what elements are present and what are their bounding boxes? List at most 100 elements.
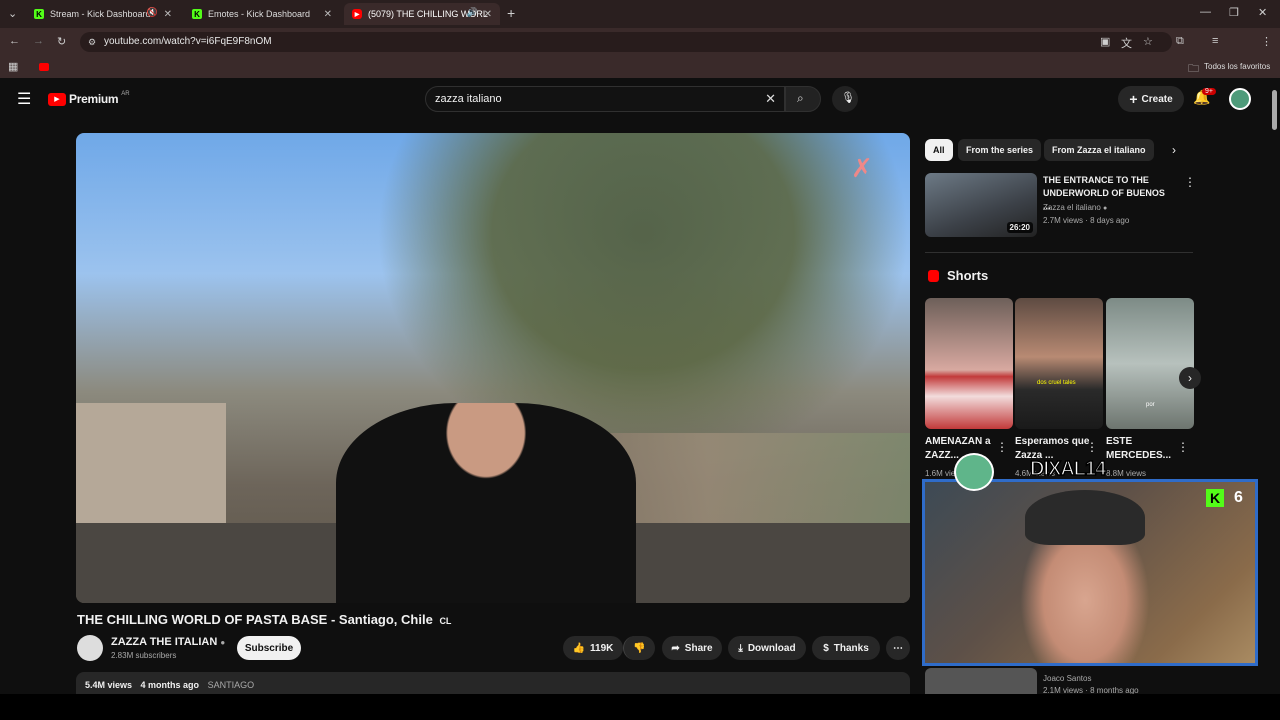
video-title: THE CHILLING WORLD OF PASTA BASE - Santi… bbox=[77, 612, 451, 627]
short3-more-icon[interactable]: ⋮ bbox=[1177, 440, 1189, 454]
thanks-icon: $ bbox=[823, 642, 829, 654]
download-icon: ⤓ bbox=[738, 642, 743, 654]
bookmark-star-icon[interactable]: ☆ bbox=[1143, 35, 1153, 48]
rec2-channel[interactable]: Joaco Santos bbox=[1043, 674, 1091, 683]
like-button[interactable]: 👍 119K bbox=[563, 636, 623, 660]
reload-icon[interactable]: ↻ bbox=[57, 35, 66, 48]
description-box[interactable]: 5.4M views 4 months ago SANTIAGO bbox=[76, 672, 910, 694]
video-player[interactable]: ✗ bbox=[76, 133, 910, 603]
media-control-icon[interactable]: ≡ bbox=[1212, 35, 1218, 47]
download-button[interactable]: ⤓ Download bbox=[728, 636, 806, 660]
close-tab-icon[interactable]: ✕ bbox=[324, 9, 332, 20]
mic-icon: 🎙 bbox=[841, 92, 855, 104]
shorts-icon bbox=[928, 270, 939, 282]
chip-from-channel[interactable]: From Zazza el italiano bbox=[1044, 139, 1154, 161]
thumbs-down-icon: 👎 bbox=[633, 642, 646, 654]
divider bbox=[925, 252, 1193, 253]
share-label: Share bbox=[684, 642, 713, 654]
maximize-icon[interactable]: ❐ bbox=[1229, 6, 1239, 19]
logo-text: Premium bbox=[69, 92, 119, 106]
channel-avatar[interactable] bbox=[77, 635, 103, 661]
menu-icon[interactable]: ☰ bbox=[17, 89, 31, 109]
back-icon[interactable]: ← bbox=[9, 35, 20, 47]
rec1-channel[interactable]: Zazza el italiano ● bbox=[1043, 203, 1107, 212]
short2-more-icon[interactable]: ⋮ bbox=[1086, 440, 1098, 454]
rec1-thumbnail[interactable]: 26:20 bbox=[925, 173, 1037, 237]
tab-stream-kick[interactable]: K Stream - Kick Dashboard 🔇 ✕ bbox=[26, 3, 180, 25]
short-thumbnail-1[interactable] bbox=[925, 298, 1013, 429]
create-button[interactable]: + Create bbox=[1118, 86, 1184, 112]
share-button[interactable]: ➦ Share bbox=[662, 636, 722, 660]
thanks-button[interactable]: $ Thanks bbox=[812, 636, 880, 660]
audio-icon[interactable]: 🔊 bbox=[467, 7, 478, 18]
verified-icon: ● bbox=[1103, 205, 1108, 212]
address-bar-row: ← → ↻ ⚙ youtube.com/watch?v=i6FqE9F8nOM … bbox=[0, 28, 1280, 77]
rec2-thumbnail[interactable] bbox=[925, 668, 1037, 694]
webcam-overlay bbox=[922, 479, 1258, 666]
shorts-next-button[interactable]: › bbox=[1179, 367, 1201, 389]
logo-region: AR bbox=[121, 91, 130, 97]
short-title-3[interactable]: ESTE MERCEDES... bbox=[1106, 435, 1182, 463]
kick-count: 6 bbox=[1234, 489, 1243, 506]
short3-caption: por bbox=[1146, 402, 1155, 408]
install-icon[interactable]: ▣ bbox=[1100, 35, 1110, 48]
thanks-label: Thanks bbox=[833, 642, 869, 654]
minimize-icon[interactable]: — bbox=[1200, 6, 1211, 18]
chip-next-icon[interactable]: › bbox=[1172, 143, 1176, 157]
short1-more-icon[interactable]: ⋮ bbox=[996, 440, 1008, 454]
youtube-bookmark-icon[interactable] bbox=[39, 63, 49, 71]
short-thumbnail-3[interactable]: por bbox=[1106, 298, 1194, 429]
url-field[interactable]: ⚙ youtube.com/watch?v=i6FqE9F8nOM bbox=[80, 32, 1172, 52]
page-scrollbar[interactable] bbox=[1272, 90, 1277, 130]
short-thumbnail-2[interactable]: dos cruel tales bbox=[1015, 298, 1103, 429]
translate-icon[interactable]: 文 bbox=[1121, 35, 1132, 51]
streamer-name: DIXAL14 bbox=[1029, 457, 1107, 481]
kick-icon: K bbox=[34, 9, 44, 19]
tab-search-icon[interactable]: ⌄ bbox=[8, 7, 17, 20]
account-avatar[interactable] bbox=[1229, 88, 1251, 110]
clear-search-icon[interactable]: ✕ bbox=[765, 87, 776, 111]
rec1-channel-text: Zazza el italiano bbox=[1043, 203, 1101, 212]
taskbar-edge bbox=[0, 694, 1280, 720]
apps-icon[interactable]: ▦ bbox=[8, 60, 18, 73]
webcam-beanie bbox=[1025, 490, 1145, 545]
thumbs-up-icon: 👍 bbox=[572, 642, 586, 654]
new-tab-button[interactable]: + bbox=[507, 5, 515, 21]
verified-icon: ● bbox=[220, 638, 226, 647]
short-views-3: 8.8M views bbox=[1106, 469, 1147, 478]
rec1-more-icon[interactable]: ⋮ bbox=[1184, 175, 1196, 189]
tab-emotes-kick[interactable]: K Emotes - Kick Dashboard ✕ bbox=[184, 3, 340, 25]
rec1-duration: 26:20 bbox=[1006, 222, 1033, 233]
extensions-icon[interactable]: ⧉ bbox=[1176, 35, 1184, 48]
voice-search-button[interactable]: 🎙 bbox=[832, 86, 858, 112]
forward-icon[interactable]: → bbox=[33, 35, 44, 47]
close-window-icon[interactable]: ✕ bbox=[1258, 6, 1267, 19]
channel-name[interactable]: ZAZZA THE ITALIAN ● bbox=[111, 636, 225, 648]
more-actions-button[interactable]: ⋯ bbox=[886, 636, 910, 660]
site-info-icon[interactable]: ⚙ bbox=[88, 32, 96, 52]
youtube-logo[interactable]: ▶ Premium AR bbox=[48, 91, 130, 106]
close-tab-icon[interactable]: ✕ bbox=[484, 9, 492, 20]
browser-tab-bar: ⌄ K Stream - Kick Dashboard 🔇 ✕ K Emotes… bbox=[0, 0, 1280, 28]
muted-icon[interactable]: 🔇 bbox=[147, 7, 158, 18]
tab-youtube-video[interactable]: ▶ (5079) THE CHILLING WORL 🔊 ✕ bbox=[344, 3, 500, 25]
search-text: zazza italiano bbox=[435, 93, 502, 105]
chip-from-series[interactable]: From the series bbox=[958, 139, 1042, 161]
chrome-menu-icon[interactable]: ⋮ bbox=[1261, 35, 1272, 48]
chip-all[interactable]: All bbox=[925, 139, 953, 161]
subscribe-button[interactable]: Subscribe bbox=[237, 636, 301, 660]
close-tab-icon[interactable]: ✕ bbox=[164, 9, 172, 20]
location-tag[interactable]: SANTIAGO bbox=[208, 680, 255, 690]
search-button[interactable]: ⌕ bbox=[785, 86, 821, 112]
upload-age: 4 months ago bbox=[140, 680, 200, 690]
dislike-button[interactable]: 👎 bbox=[623, 636, 655, 660]
tab-label: Emotes - Kick Dashboard bbox=[208, 9, 311, 19]
rec1-meta: 2.7M views · 8 days ago bbox=[1043, 216, 1130, 225]
kick-icon: K bbox=[192, 9, 202, 19]
youtube-play-icon: ▶ bbox=[48, 92, 66, 106]
download-label: Download bbox=[747, 642, 796, 654]
kick-icon: K bbox=[1206, 489, 1224, 507]
all-bookmarks-label[interactable]: Todos los favoritos bbox=[1204, 62, 1270, 71]
bookmarks-bar: ▦ 🗀 Todos los favoritos bbox=[0, 56, 1280, 78]
search-input[interactable]: zazza italiano ✕ bbox=[425, 86, 785, 112]
